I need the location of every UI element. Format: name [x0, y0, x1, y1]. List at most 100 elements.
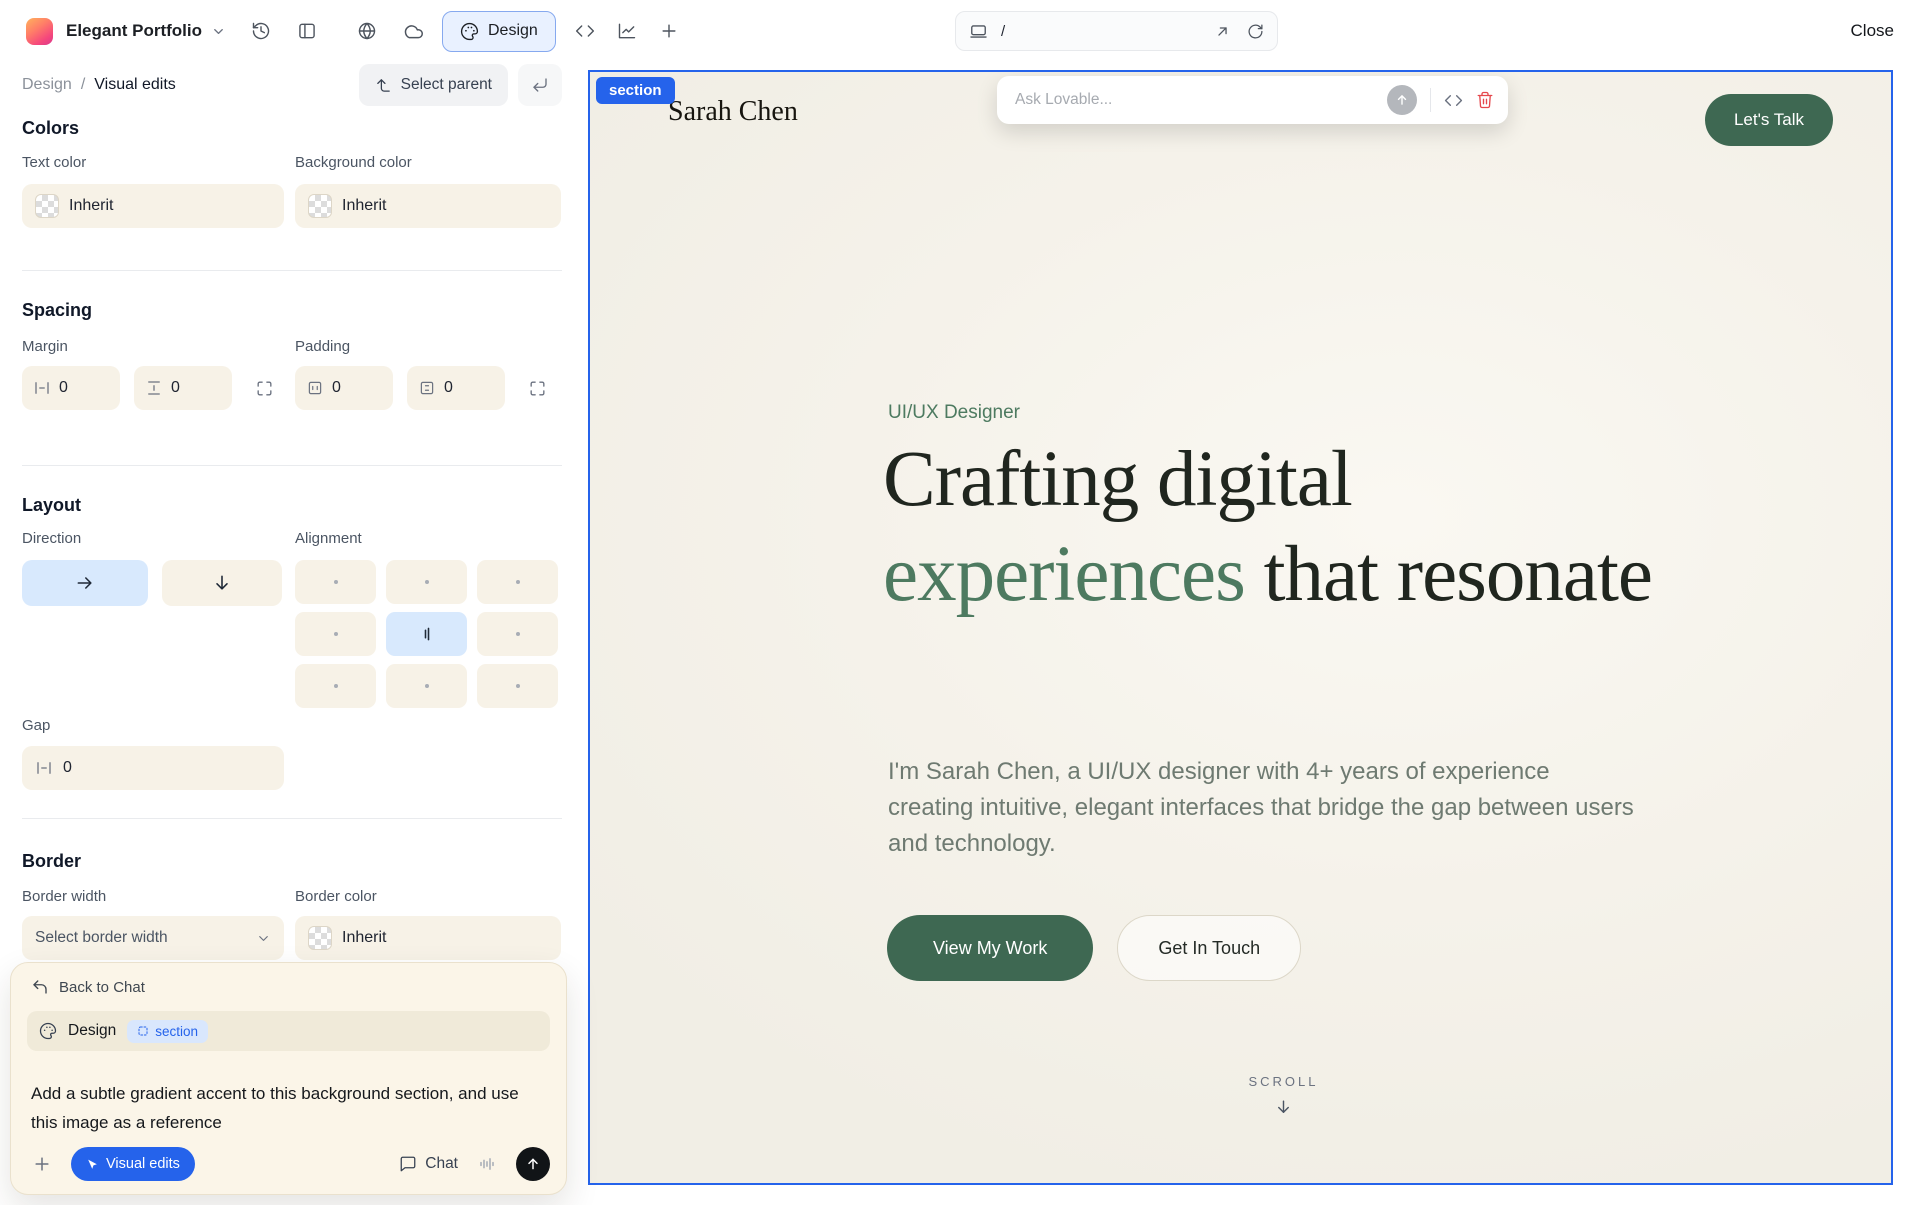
arrow-up-icon	[1395, 93, 1409, 107]
chat-bubble-icon	[399, 1155, 417, 1173]
padding-label: Padding	[295, 338, 351, 355]
breadcrumb-visual-edits: Visual edits	[94, 76, 176, 93]
alignment-bottom-center[interactable]	[386, 664, 467, 708]
ask-lovable-input[interactable]	[1015, 91, 1374, 109]
background-color-swatch	[308, 194, 332, 218]
panel-toggle-button[interactable]	[286, 10, 328, 52]
border-width-select[interactable]: Select border width	[22, 916, 284, 960]
chevron-down-icon	[211, 24, 226, 39]
back-to-chat-button[interactable]: Back to Chat	[31, 978, 145, 996]
ask-send-button[interactable]	[1387, 85, 1417, 115]
code-icon	[575, 21, 595, 41]
headline-accent: experiences	[883, 531, 1246, 618]
element-code-button[interactable]	[1444, 91, 1463, 110]
alignment-top-right[interactable]	[477, 560, 558, 604]
design-mode-button[interactable]: Design	[442, 10, 556, 52]
arrow-down-icon	[1274, 1098, 1293, 1117]
background-color-input[interactable]: Inherit	[295, 184, 561, 228]
padding-x-input[interactable]: 0	[295, 366, 393, 410]
code-view-button[interactable]	[564, 10, 606, 52]
globe-icon	[357, 21, 377, 41]
lovable-logo[interactable]	[26, 17, 53, 45]
border-heading: Border	[22, 851, 82, 871]
align-center-icon	[418, 625, 436, 643]
breadcrumb-design[interactable]: Design	[22, 76, 72, 94]
refresh-button[interactable]	[1247, 23, 1264, 40]
alignment-middle-center[interactable]	[386, 612, 467, 656]
padding-sides-toggle[interactable]	[519, 370, 555, 406]
history-button[interactable]	[240, 10, 282, 52]
border-color-value: Inherit	[342, 929, 387, 946]
back-to-chat-label: Back to Chat	[59, 978, 145, 996]
selected-element-label: section	[155, 1023, 199, 1039]
undo-button[interactable]	[518, 64, 562, 106]
padding-y-input[interactable]: 0	[407, 366, 505, 410]
chat-prompt-text[interactable]: Add a subtle gradient accent to this bac…	[31, 1079, 543, 1137]
cloud-sync-button[interactable]	[392, 10, 434, 52]
voice-input-button[interactable]	[474, 1151, 500, 1177]
alignment-dot	[424, 684, 429, 688]
preview-url-bar[interactable]: /	[955, 11, 1278, 51]
chevron-down-icon	[256, 931, 271, 946]
sides-scan-icon	[528, 379, 547, 398]
gap-icon	[35, 759, 53, 777]
attach-button[interactable]	[29, 1151, 55, 1177]
visual-edits-button[interactable]: Visual edits	[71, 1147, 195, 1181]
hero-cta-group: View My Work Get In Touch	[887, 915, 1302, 981]
chat-mode-toggle[interactable]: Chat	[399, 1155, 458, 1173]
selected-element-chip[interactable]: section	[127, 1019, 209, 1043]
get-in-touch-button[interactable]: Get In Touch	[1117, 915, 1302, 981]
chat-toggle-label: Chat	[425, 1155, 458, 1172]
margin-y-value: 0	[171, 379, 180, 396]
analytics-button[interactable]	[606, 10, 648, 52]
alignment-top-left[interactable]	[295, 560, 376, 604]
external-link-icon	[1214, 23, 1231, 40]
gap-input[interactable]: 0	[22, 746, 284, 790]
direction-column-button[interactable]	[162, 560, 282, 606]
delete-element-button[interactable]	[1476, 91, 1494, 109]
padding-y-value: 0	[444, 379, 453, 396]
padding-vertical-icon	[418, 379, 436, 397]
alignment-dot	[424, 580, 429, 584]
pointer-icon	[86, 1158, 99, 1171]
alignment-top-center[interactable]	[386, 560, 467, 604]
open-in-new-tab-button[interactable]	[1214, 23, 1231, 40]
code-icon	[1444, 91, 1463, 110]
border-color-input[interactable]: Inherit	[295, 916, 561, 960]
site-logo: Sarah Chen	[668, 96, 798, 127]
margin-label: Margin	[22, 338, 68, 355]
margin-sides-toggle[interactable]	[246, 370, 282, 406]
project-switcher[interactable]: Elegant Portfolio	[66, 21, 226, 41]
preview-canvas[interactable]: section Sarah Chen About Work Skills Con…	[588, 70, 1893, 1185]
publish-globe-button[interactable]	[346, 10, 388, 52]
chat-panel: Back to Chat Design section Add a subtle…	[10, 962, 567, 1195]
colors-heading: Colors	[22, 118, 80, 138]
hero-headline: Crafting digital experiences that resona…	[883, 432, 1658, 622]
view-my-work-button[interactable]: View My Work	[887, 915, 1094, 981]
design-mode-label: Design	[488, 22, 538, 39]
margin-x-input[interactable]: 0	[22, 366, 120, 410]
direction-row-button[interactable]	[22, 560, 148, 606]
border-color-swatch	[308, 926, 332, 950]
alignment-bottom-right[interactable]	[477, 664, 558, 708]
send-button[interactable]	[516, 1147, 550, 1181]
close-button[interactable]: Close	[1851, 21, 1894, 41]
section-divider	[22, 465, 562, 466]
alignment-middle-right[interactable]	[477, 612, 558, 656]
breadcrumb: Design / Visual edits	[22, 76, 176, 94]
alignment-label: Alignment	[295, 530, 362, 547]
margin-y-input[interactable]: 0	[134, 366, 232, 410]
alignment-dot	[333, 684, 338, 688]
chat-context-bar[interactable]: Design section	[27, 1011, 550, 1051]
add-button[interactable]	[648, 10, 690, 52]
alignment-bottom-left[interactable]	[295, 664, 376, 708]
trash-icon	[1476, 91, 1494, 109]
section-divider	[22, 818, 562, 819]
headline-pre: Crafting digital	[883, 436, 1353, 523]
margin-vertical-icon	[145, 379, 163, 397]
text-color-input[interactable]: Inherit	[22, 184, 284, 228]
lets-talk-button[interactable]: Let's Talk	[1704, 94, 1833, 146]
alignment-dot	[515, 632, 520, 636]
alignment-middle-left[interactable]	[295, 612, 376, 656]
select-parent-button[interactable]: Select parent	[358, 64, 508, 106]
